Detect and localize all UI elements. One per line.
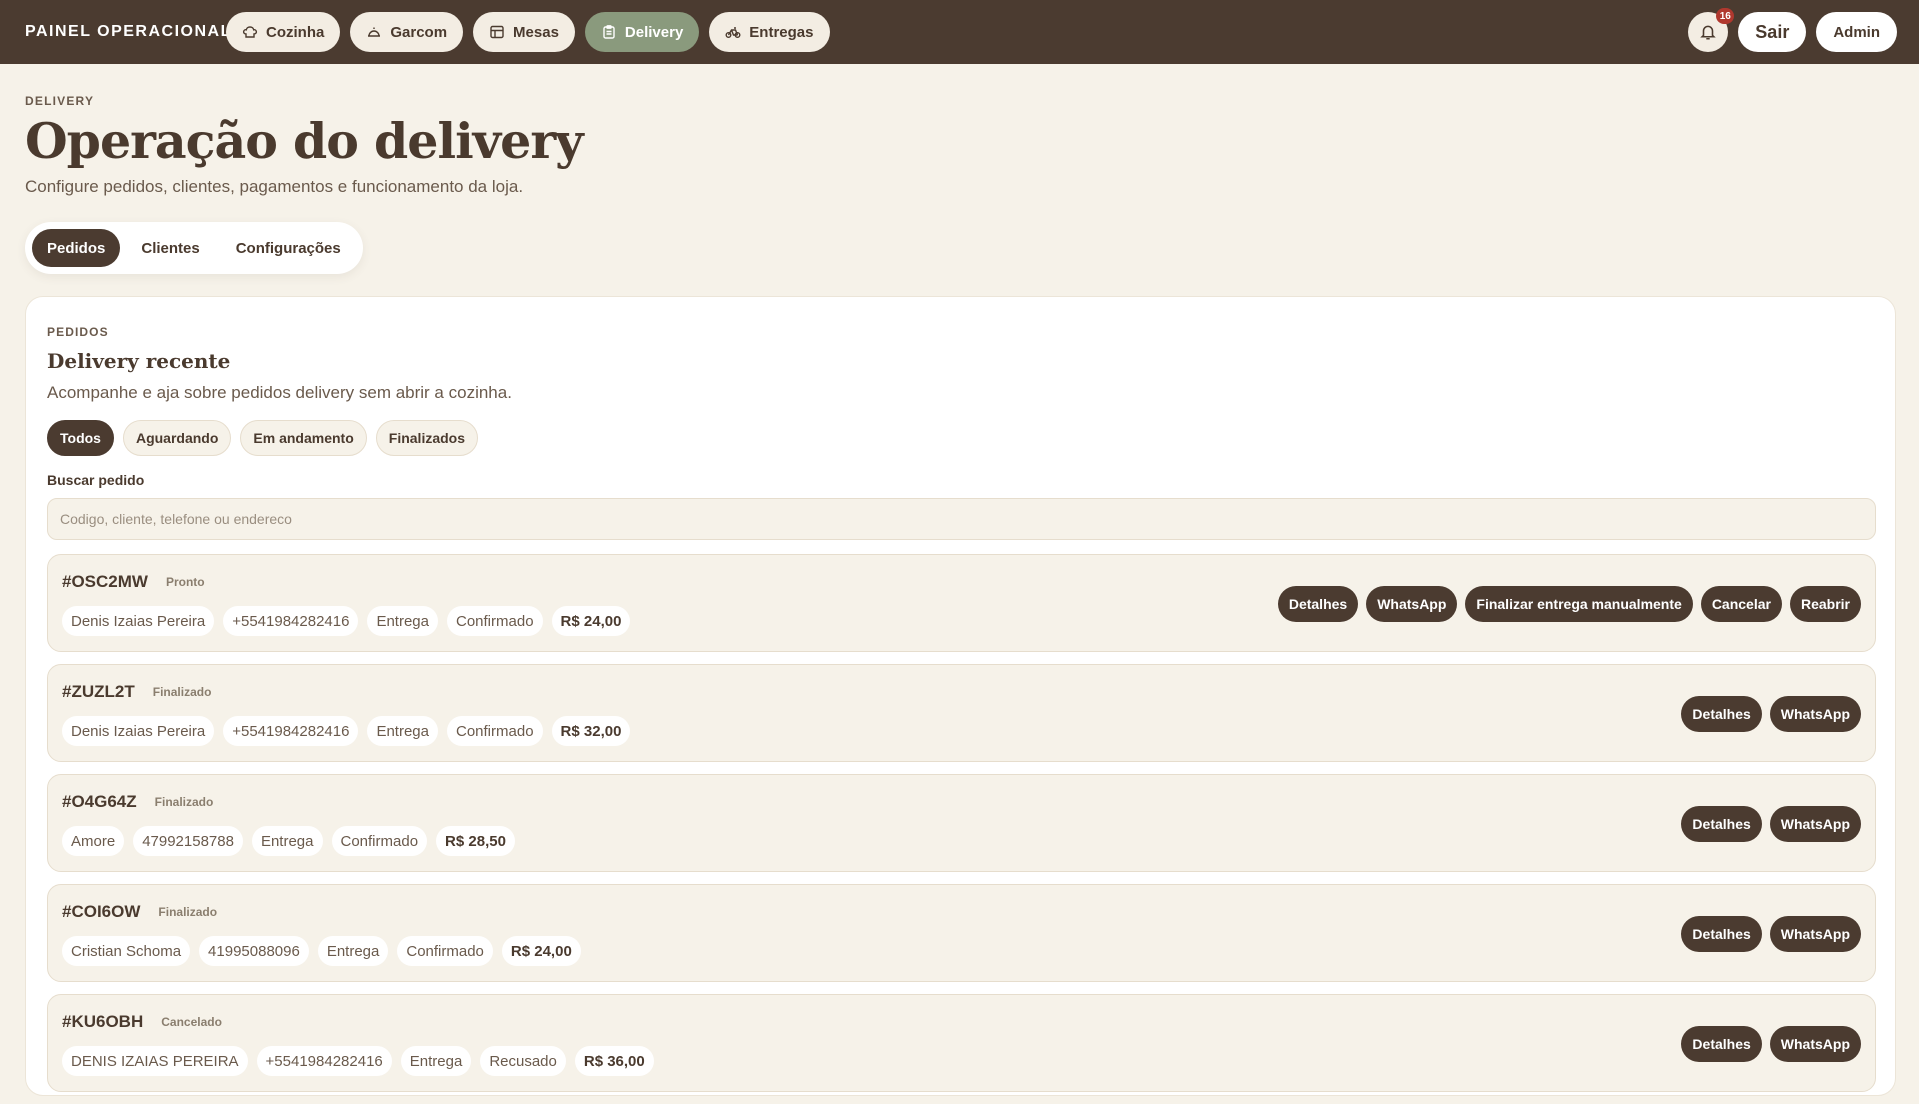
notification-count-badge: 16: [1716, 8, 1735, 24]
search-input[interactable]: [47, 498, 1876, 540]
whatsapp-button[interactable]: WhatsApp: [1769, 1026, 1861, 1062]
panel-subtitle: Acompanhe e aja sobre pedidos delivery s…: [47, 383, 512, 402]
whatsapp-button[interactable]: WhatsApp: [1366, 586, 1458, 622]
customer-chip: DENIS IZAIAS PEREIRA: [62, 1046, 248, 1076]
order-card: #O4G64Z Finalizado Amore 47992158788 Ent…: [47, 774, 1876, 872]
nav-garcom[interactable]: Garcom: [350, 12, 464, 52]
payment-chip: Recusado: [480, 1046, 566, 1076]
nav-label: Entregas: [749, 23, 814, 41]
order-code: #COI6OW: [62, 902, 141, 921]
nav-label: Garcom: [390, 23, 448, 41]
order-status: Finalizado: [152, 685, 212, 699]
search-label: Buscar pedido: [47, 472, 145, 488]
payment-chip: Confirmado: [447, 606, 543, 636]
order-code: #KU6OBH: [62, 1012, 144, 1031]
customer-chip: Denis Izaias Pereira: [62, 606, 215, 636]
topbar-right: 16 Sair Admin: [1688, 0, 1897, 64]
total-chip: R$ 28,50: [436, 826, 515, 856]
status-filters: Todos Aguardando Em andamento Finalizado…: [47, 420, 479, 456]
type-chip: Entrega: [367, 606, 438, 636]
order-card: #ZUZL2T Finalizado Denis Izaias Pereira …: [47, 664, 1876, 762]
filter-aguardando[interactable]: Aguardando: [122, 420, 232, 456]
page-title: Operação do delivery: [25, 112, 584, 170]
order-card: #OSC2MW Pronto Denis Izaias Pereira +554…: [47, 554, 1876, 652]
nav-entregas[interactable]: Entregas: [709, 12, 830, 52]
order-status: Finalizado: [154, 795, 214, 809]
page-eyebrow: DELIVERY: [25, 94, 95, 108]
nav-mesas[interactable]: Mesas: [473, 12, 575, 52]
customer-chip: Amore: [62, 826, 125, 856]
chef-hat-icon: [242, 26, 258, 38]
customer-chip: Denis Izaias Pereira: [62, 716, 215, 746]
total-chip: R$ 24,00: [501, 936, 581, 966]
whatsapp-button[interactable]: WhatsApp: [1769, 916, 1861, 952]
order-status: Cancelado: [161, 1015, 222, 1029]
orders-panel: PEDIDOS Delivery recente Acompanhe e aja…: [25, 296, 1896, 1096]
order-card: #COI6OW Finalizado Cristian Schoma 41995…: [47, 884, 1876, 982]
tab-clientes[interactable]: Clientes: [126, 229, 214, 267]
tab-configuracoes[interactable]: Configurações: [221, 229, 356, 267]
payment-chip: Confirmado: [331, 826, 428, 856]
type-chip: Entrega: [367, 716, 438, 746]
bell-icon: [1700, 25, 1717, 40]
phone-chip: 47992158788: [133, 826, 243, 856]
total-chip: R$ 36,00: [574, 1046, 654, 1076]
phone-chip: 41995088096: [199, 936, 309, 966]
nav-label: Cozinha: [266, 23, 325, 41]
phone-chip: +5541984282416: [223, 716, 359, 746]
details-button[interactable]: Detalhes: [1681, 1026, 1762, 1062]
phone-chip: +5541984282416: [256, 1046, 392, 1076]
phone-chip: +5541984282416: [223, 606, 359, 636]
total-chip: R$ 32,00: [551, 716, 631, 746]
type-chip: Entrega: [317, 936, 389, 966]
nav-delivery[interactable]: Delivery: [584, 12, 700, 52]
whatsapp-button[interactable]: WhatsApp: [1769, 696, 1861, 732]
order-code: #OSC2MW: [62, 572, 148, 591]
payment-chip: Confirmado: [447, 716, 543, 746]
nav-label: Mesas: [513, 23, 559, 41]
user-menu-button[interactable]: Admin: [1816, 12, 1897, 52]
details-button[interactable]: Detalhes: [1681, 916, 1762, 952]
whatsapp-button[interactable]: WhatsApp: [1769, 806, 1861, 842]
orders-list: #OSC2MW Pronto Denis Izaias Pereira +554…: [47, 554, 1876, 1104]
filter-todos[interactable]: Todos: [47, 420, 114, 456]
details-button[interactable]: Detalhes: [1681, 696, 1762, 732]
bike-icon: [725, 27, 741, 38]
table-icon: [490, 25, 504, 39]
panel-title: Delivery recente: [47, 349, 231, 373]
filter-em-andamento[interactable]: Em andamento: [240, 420, 367, 456]
panel-eyebrow: PEDIDOS: [47, 325, 109, 339]
finish-delivery-button[interactable]: Finalizar entrega manualmente: [1465, 586, 1693, 622]
payment-chip: Confirmado: [397, 936, 493, 966]
details-button[interactable]: Detalhes: [1681, 806, 1762, 842]
order-status: Pronto: [165, 575, 205, 589]
customer-chip: Cristian Schoma: [62, 936, 191, 966]
notifications-button[interactable]: 16: [1688, 8, 1735, 52]
filter-finalizados[interactable]: Finalizados: [375, 420, 479, 456]
top-navigation-bar: PAINEL OPERACIONAL Cozinha Garcom Mesas …: [0, 0, 1919, 64]
order-card: #KU6OBH Cancelado DENIS IZAIAS PEREIRA +…: [47, 994, 1876, 1092]
clipboard-icon: [603, 25, 615, 39]
cancel-button[interactable]: Cancelar: [1700, 586, 1782, 622]
nav-label: Delivery: [624, 23, 684, 41]
reopen-button[interactable]: Reabrir: [1789, 586, 1861, 622]
total-chip: R$ 24,00: [551, 606, 631, 636]
type-chip: Entrega: [400, 1046, 472, 1076]
type-chip: Entrega: [251, 826, 323, 856]
order-status: Finalizado: [158, 905, 218, 919]
tab-pedidos[interactable]: Pedidos: [32, 229, 121, 267]
order-code: #ZUZL2T: [62, 682, 135, 701]
section-tabs: Pedidos Clientes Configurações: [25, 222, 363, 274]
order-code: #O4G64Z: [62, 792, 137, 811]
main-nav: Cozinha Garcom Mesas Delivery Entregas: [226, 12, 830, 52]
brand-title: PAINEL OPERACIONAL: [25, 23, 232, 40]
details-button[interactable]: Detalhes: [1277, 586, 1359, 622]
nav-cozinha[interactable]: Cozinha: [226, 12, 341, 52]
logout-button[interactable]: Sair: [1738, 12, 1807, 52]
page-subtitle: Configure pedidos, clientes, pagamentos …: [25, 177, 524, 196]
cloche-icon: [368, 27, 381, 37]
